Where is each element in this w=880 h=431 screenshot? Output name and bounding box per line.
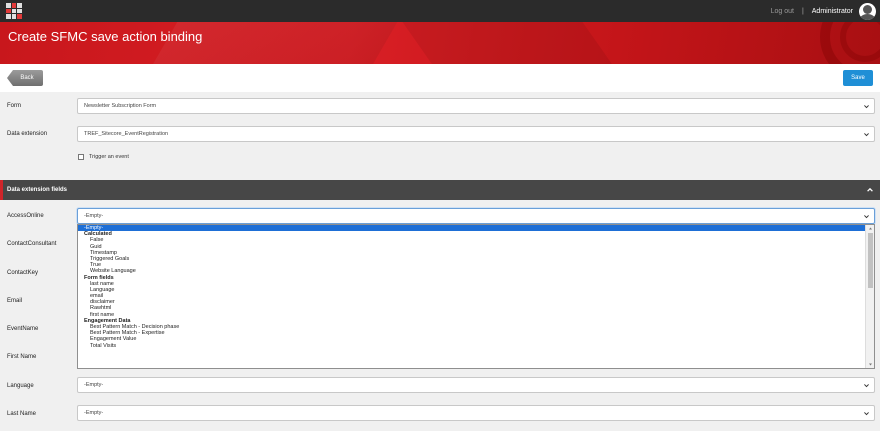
trigger-event-label: Trigger an event <box>89 154 129 160</box>
page-title: Create SFMC save action binding <box>8 29 203 44</box>
separator: | <box>801 7 804 15</box>
field-select[interactable]: -Empty- <box>77 405 875 421</box>
chevron-down-icon <box>864 384 869 388</box>
dropdown-option[interactable]: Total Visits <box>78 343 865 349</box>
form-select[interactable]: Newsletter Subscription Form <box>77 98 875 114</box>
field-label: Last Name <box>7 411 37 417</box>
form-label: Form <box>7 103 21 109</box>
data-extension-select[interactable]: TREF_Sitecore_EventRegistration <box>77 126 875 142</box>
avatar-icon[interactable] <box>859 2 876 20</box>
page-header: Create SFMC save action binding <box>0 22 880 64</box>
scroll-down-icon[interactable] <box>868 362 873 367</box>
field-label: ContactConsultant <box>7 241 57 247</box>
chevron-down-icon <box>864 105 869 109</box>
scrollbar[interactable] <box>865 225 874 368</box>
chevron-down-icon <box>864 215 869 219</box>
data-extension-value: TREF_Sitecore_EventRegistration <box>84 131 169 137</box>
field-label: Language <box>7 383 34 389</box>
user-area: Log out | Administrator <box>771 0 876 22</box>
field-label: Email <box>7 298 23 304</box>
chevron-down-icon <box>864 133 869 137</box>
back-button[interactable]: Back <box>7 70 43 86</box>
dropdown-list[interactable]: -Empty- Calculated False Guid Timestamp Trigg… <box>77 224 875 369</box>
field-label: First Name <box>7 354 37 360</box>
field-select[interactable]: -Empty- <box>77 377 875 393</box>
chevron-up-icon[interactable] <box>866 186 874 194</box>
logout-link[interactable]: Log out <box>771 8 794 15</box>
field-label: ContactKey <box>7 270 39 276</box>
user-name[interactable]: Administrator <box>812 8 853 15</box>
scrollbar-thumb[interactable] <box>868 233 873 288</box>
field-label: AccessOnline <box>7 213 44 219</box>
section-header[interactable]: Data extension fields <box>0 180 880 200</box>
save-button[interactable]: Save <box>843 70 873 86</box>
field-select[interactable]: -Empty- <box>77 208 875 224</box>
field-label: EventName <box>7 326 39 332</box>
top-bar: Log out | Administrator <box>0 0 880 22</box>
trigger-event-checkbox[interactable]: Trigger an event <box>78 154 129 160</box>
checkbox-icon[interactable] <box>78 154 84 160</box>
section-accent <box>0 180 3 200</box>
action-bar: Back Save <box>0 64 880 92</box>
field-select-value: -Empty- <box>84 410 104 416</box>
dropdown-options: -Empty- Calculated False Guid Timestamp Trigg… <box>78 225 865 349</box>
chevron-down-icon <box>864 412 869 416</box>
data-extension-label: Data extension <box>7 131 48 137</box>
field-select-value: -Empty- <box>84 382 104 388</box>
field-select-value: -Empty- <box>84 213 104 219</box>
section-title: Data extension fields <box>7 187 68 193</box>
form-select-value: Newsletter Subscription Form <box>84 103 157 109</box>
app-grid-icon[interactable] <box>6 3 22 19</box>
header-decoration <box>388 22 632 64</box>
scroll-up-icon[interactable] <box>868 226 873 231</box>
